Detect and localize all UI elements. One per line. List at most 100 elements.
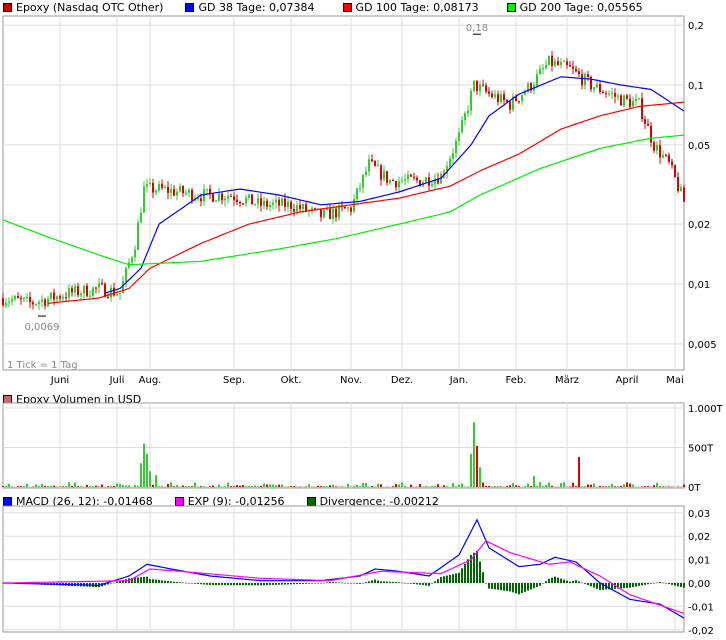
divergence-bar [560, 578, 562, 583]
candle-body [464, 113, 466, 121]
volume-bar [425, 486, 427, 487]
volume-bar [53, 485, 55, 487]
volume-bar [404, 485, 406, 487]
divergence-bar [365, 582, 367, 583]
candle-body [410, 174, 412, 177]
candle-body [305, 204, 307, 212]
candle-body [416, 177, 418, 181]
volume-bar [281, 484, 283, 487]
volume-bar [212, 485, 214, 487]
volume-bar [248, 486, 250, 487]
volume-bar [320, 486, 322, 487]
divergence-bar [452, 574, 454, 583]
candle-body [452, 153, 454, 159]
divergence-bar [146, 576, 148, 583]
volume-bar [95, 485, 97, 487]
divergence-bar [635, 583, 637, 587]
candle-body [617, 95, 619, 97]
divergence-bar [419, 583, 421, 585]
divergence-bar [458, 572, 460, 583]
candle-body [641, 98, 643, 120]
candle-body [191, 189, 193, 201]
divergence-bar [566, 580, 568, 583]
candle-body [539, 68, 541, 74]
divergence-bar [512, 583, 514, 593]
candle-body [215, 200, 217, 202]
divergence-bar [296, 583, 298, 585]
volume-bar [446, 486, 448, 487]
volume-bar [122, 485, 124, 487]
divergence-bar [437, 579, 439, 583]
divergence-bar [191, 583, 193, 584]
candle-body [143, 186, 145, 213]
divergence-bar [377, 580, 379, 583]
candle-body [350, 207, 352, 212]
volume-bar [185, 486, 187, 487]
divergence-bar [554, 576, 556, 583]
divergence-bar [674, 583, 676, 586]
divergence-bar [137, 577, 139, 583]
candle-body [671, 161, 673, 166]
candle-body [26, 297, 28, 299]
candle-body [236, 199, 238, 202]
volume-bar [497, 486, 499, 487]
volume-bar [8, 483, 10, 487]
divergence-bar [530, 583, 532, 590]
tick-note: 1 Tick = 1 Tag [7, 360, 78, 371]
candle-body [122, 281, 124, 294]
candle-body [632, 100, 634, 107]
candle-body [269, 204, 271, 207]
candle-body [245, 197, 247, 204]
volume-bar [113, 485, 115, 487]
volume-bar [44, 485, 46, 487]
divergence-bar [488, 583, 490, 589]
volume-bar [410, 484, 412, 487]
divergence-bar [341, 582, 343, 584]
volume-bar [656, 482, 658, 487]
divergence-bar [422, 583, 424, 586]
volume-bar [362, 482, 364, 487]
divergence-bar [143, 576, 145, 583]
candle-body [98, 283, 100, 288]
divergence-bar [575, 580, 577, 583]
volume-bar [86, 484, 88, 487]
divergence-bar [563, 579, 565, 583]
volume-bar [575, 486, 577, 487]
candle-body [497, 94, 499, 102]
divergence-bar [374, 579, 376, 583]
candle-body [500, 94, 502, 102]
volume-bar [395, 484, 397, 487]
volume-bar [530, 486, 532, 487]
candle-body [35, 304, 37, 306]
candle-body [320, 209, 322, 218]
candle-body [323, 209, 325, 218]
candle-body [2, 298, 4, 306]
extreme-label: 0,0069 [25, 322, 60, 333]
volume-bar [149, 471, 151, 487]
divergence-bar [272, 583, 274, 585]
volume-bar [509, 485, 511, 487]
candle-body [545, 65, 547, 69]
volume-bar [161, 486, 163, 487]
candle-body [647, 123, 649, 126]
divergence-bar [584, 583, 586, 584]
candle-body [449, 158, 451, 167]
candle-body [116, 294, 118, 296]
x-tick-label: Sep. [223, 375, 245, 386]
volume-bar [191, 486, 193, 487]
divergence-bar [284, 583, 286, 585]
candle-body [536, 73, 538, 86]
volume-bar [419, 484, 421, 487]
candle-body [314, 208, 316, 210]
divergence-bar [140, 577, 142, 583]
candle-body [668, 155, 670, 162]
divergence-bar [461, 568, 463, 583]
candle-body [665, 154, 667, 156]
panel-frame [2, 402, 685, 489]
candle-body [650, 125, 652, 143]
candle-body [131, 257, 133, 263]
candle-body [239, 201, 241, 204]
volume-bar [167, 483, 169, 487]
volume-bar [278, 484, 280, 487]
candle-body [167, 186, 169, 193]
